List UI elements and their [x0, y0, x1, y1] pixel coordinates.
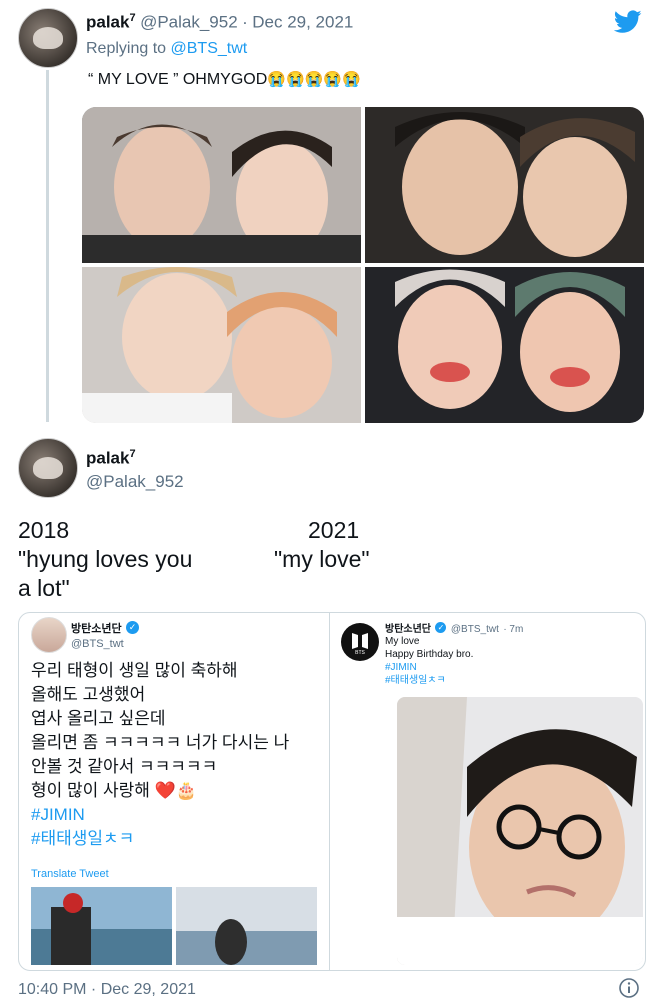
thread-line [46, 70, 49, 422]
left-line: 엽사 올리고 싶은데 [31, 709, 166, 728]
left-card-photos-image [31, 887, 317, 965]
caption-right: 2021 "my love" [274, 516, 370, 574]
right-tweet-screenshot: BTS 방탄소년단 ✓ @BTS_twt · 7m My love Happy … [331, 613, 645, 970]
right-line-2: Happy Birthday bro. [385, 649, 474, 660]
twitter-bird-icon [614, 10, 642, 33]
right-line-1: My love [385, 636, 420, 647]
bts-logo-avatar: BTS [341, 623, 379, 661]
separator: · [242, 12, 248, 32]
left-line-text: 형이 많이 사랑해 [31, 781, 150, 800]
handle[interactable]: @Palak_952 [140, 12, 238, 31]
left-tweet-screenshot: 방탄소년단 ✓ @BTS_twt 우리 태형이 생일 많이 축하해 올해도 고생… [19, 613, 327, 970]
left-card-name: 방탄소년단 [71, 623, 122, 635]
right-card-name: 방탄소년단 [385, 624, 431, 635]
name-superscript: 7 [129, 12, 136, 24]
right-year: 2021 [308, 517, 360, 543]
crying-emoji-icon: 😭😭😭😭😭 [267, 71, 361, 88]
right-card-text: My love Happy Birthday bro. #JIMIN #태태생일… [385, 635, 473, 687]
photo-grid[interactable] [82, 107, 644, 423]
left-line-2: a lot" [18, 575, 70, 601]
display-name-text[interactable]: palak [86, 448, 129, 467]
photo-1[interactable] [82, 107, 361, 263]
left-line: 우리 태형이 생일 많이 축하해 [31, 661, 238, 680]
right-card-photo [397, 697, 643, 965]
bts-avatar [31, 617, 67, 653]
info-icon[interactable] [618, 977, 640, 999]
tweet-text: “ MY LOVE ” OHMYGOD😭😭😭😭😭 [88, 70, 361, 89]
left-card-header: 방탄소년단 ✓ @BTS_twt [71, 619, 140, 651]
reply-mention-link[interactable]: @BTS_twt [171, 40, 248, 57]
photo-1-image [82, 107, 361, 263]
avatar[interactable] [18, 8, 78, 68]
tweet-body: “ MY LOVE ” OHMYGOD [88, 71, 268, 88]
tweet-header: palak7 @Palak_952 · Dec 29, 2021 [86, 12, 353, 32]
left-card-text: 우리 태형이 생일 많이 축하해 올해도 고생했어 엽사 올리고 싶은데 올리면… [31, 659, 289, 851]
verified-badge-icon: ✓ [435, 622, 447, 634]
translate-tweet: Translate Tweet [31, 868, 109, 880]
left-line: 안볼 것 같아서 ㅋㅋㅋㅋㅋ [31, 757, 218, 776]
left-card-photos [31, 887, 317, 965]
display-name: palak7 [86, 448, 136, 468]
left-year: 2018 [18, 517, 70, 543]
avatar[interactable] [18, 438, 78, 498]
replying-to: Replying to @BTS_twt [86, 40, 247, 58]
tweet-timestamp[interactable]: 10:40 PM · Dec 29, 2021 [18, 981, 196, 999]
left-line: 형이 많이 사랑해 ❤️🎂 [31, 779, 289, 803]
left-hashtag-birthday: #태태생일ㅊㅋ [31, 829, 135, 848]
tweet-date[interactable]: Dec 29, 2021 [252, 12, 353, 31]
right-card-handle: @BTS_twt [450, 624, 499, 635]
left-line-1: "hyung loves you [18, 546, 193, 572]
caption-left: 2018 "hyung loves you a lot" [18, 516, 192, 603]
photo-4-image [365, 267, 644, 423]
verified-badge-icon: ✓ [126, 621, 140, 635]
right-line-1: "my love" [274, 546, 370, 572]
photo-3[interactable] [82, 267, 361, 423]
right-hashtag-jimin: #JIMIN [385, 662, 417, 673]
photo-3-image [82, 267, 361, 423]
card-divider [329, 613, 330, 970]
handle[interactable]: @Palak_952 [86, 472, 184, 492]
photo-4[interactable] [365, 267, 644, 423]
replying-prefix: Replying to [86, 40, 167, 57]
bts-logo-text: BTS [355, 650, 365, 656]
display-name[interactable]: palak [86, 12, 129, 31]
photo-2[interactable] [365, 107, 644, 263]
left-line: 올해도 고생했어 [31, 685, 146, 704]
name-superscript: 7 [129, 448, 136, 460]
right-card-photo-image [397, 697, 643, 965]
heart-cake-icon: ❤️🎂 [154, 781, 198, 800]
photo-2-image [365, 107, 644, 263]
left-line: 올리면 좀 ㅋㅋㅋㅋㅋ 너가 다시는 나 [31, 733, 290, 752]
left-card-handle: @BTS_twt [71, 638, 124, 650]
right-card-time: · 7m [503, 624, 524, 635]
embedded-image[interactable]: 방탄소년단 ✓ @BTS_twt 우리 태형이 생일 많이 축하해 올해도 고생… [18, 612, 646, 971]
right-hashtag-birthday: #태태생일ㅊㅋ [385, 675, 446, 686]
left-hashtag-jimin: #JIMIN [31, 805, 85, 824]
